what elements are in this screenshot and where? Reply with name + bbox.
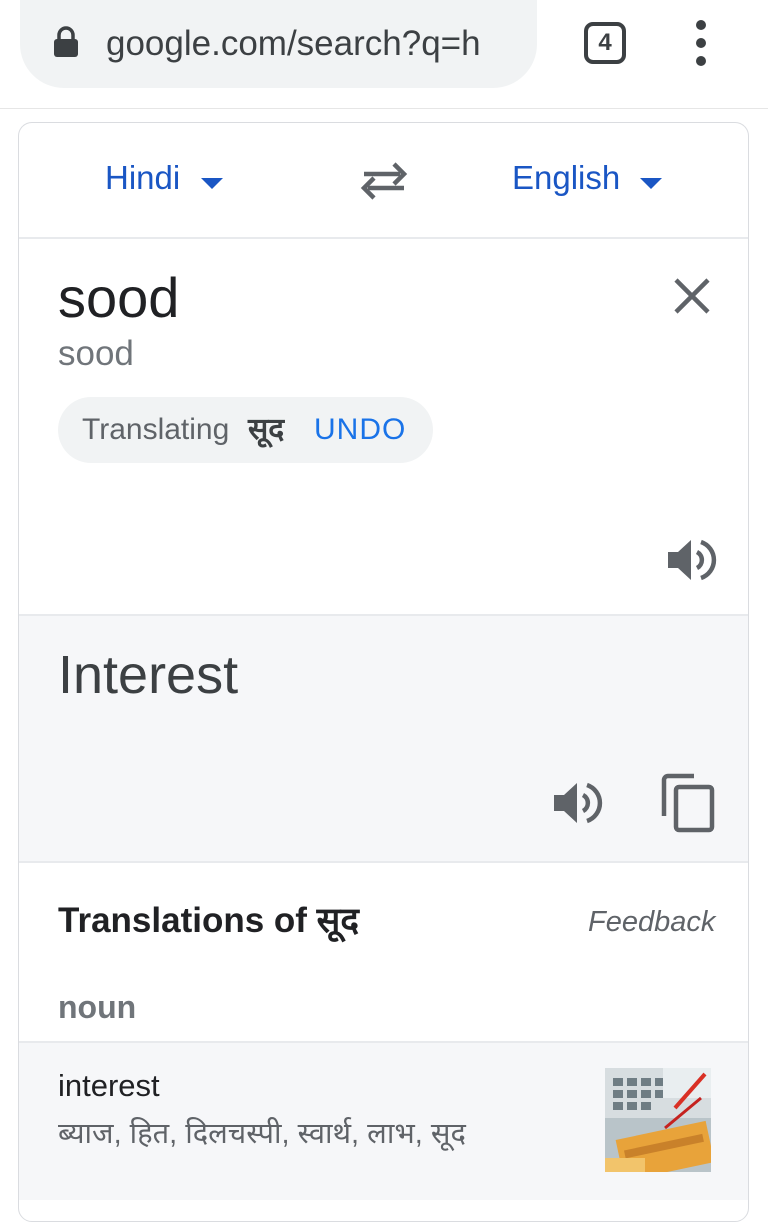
translations-heading: Translations of सूद [58, 896, 359, 946]
target-language-selector[interactable]: English [512, 150, 620, 206]
entry-image [605, 1068, 711, 1172]
target-language-dropdown-icon[interactable] [640, 178, 662, 189]
translating-word: सूद [248, 413, 285, 446]
target-language-label: English [512, 159, 621, 196]
translation-output: Interest [58, 645, 239, 705]
part-of-speech: noun [58, 989, 137, 1025]
feedback-link[interactable]: Feedback [588, 900, 715, 944]
source-transliteration: sood [58, 334, 134, 373]
entry-word: interest [58, 1068, 160, 1103]
source-language-selector[interactable]: Hindi [105, 150, 180, 206]
translations-heading-text: Translations of [58, 901, 307, 940]
speaker-icon[interactable] [550, 776, 604, 830]
lock-icon [54, 26, 78, 57]
url-text[interactable]: google.com/search?q=h [106, 20, 526, 68]
speaker-icon[interactable] [664, 533, 718, 587]
divider [19, 237, 748, 239]
translating-label: Translating [82, 413, 230, 446]
more-vert-icon[interactable] [686, 20, 716, 66]
undo-button[interactable]: UNDO [314, 407, 406, 453]
source-language-label: Hindi [105, 159, 181, 196]
source-language-dropdown-icon[interactable] [201, 178, 223, 189]
tab-switcher-button[interactable]: 4 [584, 22, 626, 64]
translations-heading-word: सूद [316, 901, 359, 940]
source-text-input[interactable]: sood [58, 264, 179, 332]
divider [19, 861, 748, 863]
swap-languages-icon[interactable] [358, 158, 410, 202]
copy-icon[interactable] [660, 772, 718, 834]
close-icon[interactable] [668, 272, 716, 320]
entry-synonyms: ब्याज, हित, दिलचस्पी, स्वार्थ, लाभ, सूद [58, 1118, 466, 1150]
